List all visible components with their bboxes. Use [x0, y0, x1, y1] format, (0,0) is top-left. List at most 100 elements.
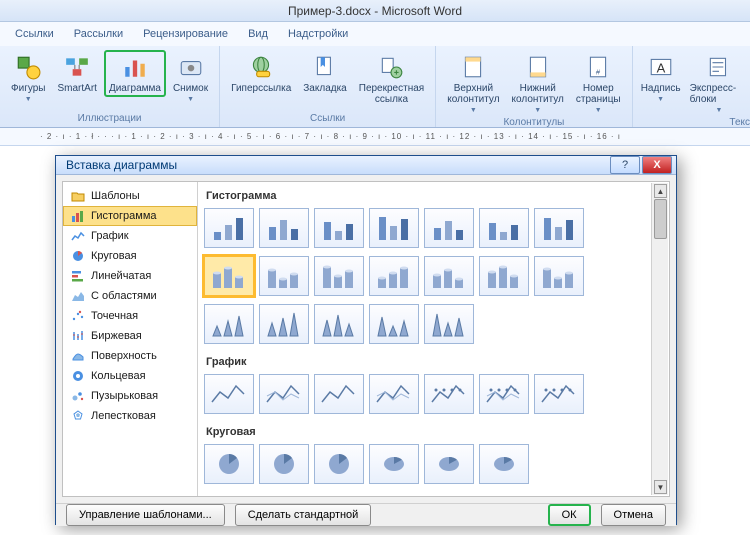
category-line[interactable]: График: [63, 226, 197, 246]
chart-thumb[interactable]: [204, 256, 254, 296]
chart-thumb[interactable]: [424, 304, 474, 344]
chart-thumb[interactable]: [204, 374, 254, 414]
chart-thumb[interactable]: [314, 256, 364, 296]
chart-button[interactable]: Диаграмма: [104, 50, 166, 97]
category-column[interactable]: Гистограмма: [63, 206, 197, 226]
footer-button[interactable]: Нижний колонтитул▼: [507, 50, 569, 117]
area-chart-icon: [71, 289, 85, 303]
ok-button[interactable]: ОК: [548, 504, 591, 526]
hyperlink-button[interactable]: Гиперссылка: [226, 50, 296, 97]
section-pie: Круговая: [204, 422, 663, 444]
chevron-down-icon: ▼: [657, 96, 664, 103]
chart-gallery: Гистограмма График Круговая ▲ ▼: [198, 182, 669, 496]
dialog-title: Вставка диаграммы: [66, 158, 177, 172]
chart-thumb[interactable]: [204, 444, 254, 484]
svg-text:A: A: [656, 60, 665, 75]
page-footer-icon: [524, 53, 552, 81]
chart-thumb[interactable]: [314, 444, 364, 484]
chart-thumb[interactable]: [534, 374, 584, 414]
chart-thumb[interactable]: [259, 256, 309, 296]
chart-thumb[interactable]: [259, 444, 309, 484]
category-bubble[interactable]: Пузырьковая: [63, 386, 197, 406]
category-surface[interactable]: Поверхность: [63, 346, 197, 366]
category-templates[interactable]: Шаблоны: [63, 186, 197, 206]
chevron-down-icon: ▼: [25, 96, 32, 103]
chart-thumb[interactable]: [479, 444, 529, 484]
scroll-down-icon[interactable]: ▼: [654, 480, 667, 494]
tab-review[interactable]: Рецензирование: [134, 25, 237, 43]
group-label: Ссылки: [310, 113, 345, 125]
header-button[interactable]: Верхний колонтитул▼: [442, 50, 504, 117]
smartart-button[interactable]: SmartArt: [52, 50, 101, 97]
chart-thumb[interactable]: [259, 304, 309, 344]
chart-thumb[interactable]: [424, 444, 474, 484]
chart-thumb[interactable]: [314, 304, 364, 344]
close-button[interactable]: X: [642, 156, 672, 174]
chart-icon: [121, 53, 149, 81]
bookmark-button[interactable]: Закладка: [298, 50, 351, 97]
chart-thumb[interactable]: [369, 208, 419, 248]
category-radar[interactable]: Лепестковая: [63, 406, 197, 426]
scroll-thumb[interactable]: [654, 199, 667, 239]
chart-thumb[interactable]: [369, 256, 419, 296]
quickparts-button[interactable]: Экспресс-блоки▼: [685, 50, 750, 117]
tab-mailings[interactable]: Рассылки: [65, 25, 132, 43]
column-chart-icon: [71, 209, 85, 223]
camera-icon: [177, 53, 205, 81]
chart-thumb[interactable]: [534, 208, 584, 248]
line-chart-icon: [71, 229, 85, 243]
category-scatter[interactable]: Точечная: [63, 306, 197, 326]
chart-thumb[interactable]: [369, 374, 419, 414]
chart-thumb[interactable]: [369, 304, 419, 344]
crossref-icon: [377, 53, 405, 81]
section-column: Гистограмма: [204, 186, 663, 208]
pagenum-button[interactable]: # Номер страницы▼: [571, 50, 626, 117]
category-doughnut[interactable]: Кольцевая: [63, 366, 197, 386]
chart-thumb[interactable]: [314, 374, 364, 414]
ribbon-tabs: Ссылки Рассылки Рецензирование Вид Надст…: [0, 22, 750, 46]
radar-chart-icon: [71, 409, 85, 423]
crossref-button[interactable]: Перекрестная ссылка: [354, 50, 429, 108]
group-illustrations: Фигуры▼ SmartArt Диаграмма Снимок▼ Иллюс…: [0, 46, 220, 127]
globe-link-icon: [247, 53, 275, 81]
cancel-button[interactable]: Отмена: [601, 504, 666, 526]
surface-chart-icon: [71, 349, 85, 363]
tab-addins[interactable]: Надстройки: [279, 25, 357, 43]
chart-thumb[interactable]: [424, 256, 474, 296]
set-default-button[interactable]: Сделать стандартной: [235, 504, 372, 526]
category-stock[interactable]: Биржевая: [63, 326, 197, 346]
category-bar[interactable]: Линейчатая: [63, 266, 197, 286]
chart-thumb[interactable]: [204, 208, 254, 248]
chart-thumb[interactable]: [479, 374, 529, 414]
quickparts-icon: [705, 53, 733, 81]
chevron-down-icon: ▼: [595, 107, 602, 114]
chart-thumb[interactable]: [314, 208, 364, 248]
scroll-up-icon[interactable]: ▲: [654, 184, 667, 198]
chart-thumb[interactable]: [424, 208, 474, 248]
chart-thumb[interactable]: [424, 374, 474, 414]
chart-thumb[interactable]: [369, 444, 419, 484]
tab-view[interactable]: Вид: [239, 25, 277, 43]
group-links: Гиперссылка Закладка Перекрестная ссылка…: [220, 46, 436, 127]
snapshot-button[interactable]: Снимок▼: [168, 50, 213, 106]
chart-thumb[interactable]: [204, 304, 254, 344]
category-pie[interactable]: Круговая: [63, 246, 197, 266]
textbox-button[interactable]: A Надпись▼: [639, 50, 683, 106]
tab-references[interactable]: Ссылки: [6, 25, 63, 43]
stock-chart-icon: [71, 329, 85, 343]
manage-templates-button[interactable]: Управление шаблонами...: [66, 504, 225, 526]
chart-thumb[interactable]: [479, 208, 529, 248]
gallery-scrollbar[interactable]: ▲ ▼: [651, 183, 668, 495]
help-button[interactable]: ?: [610, 156, 640, 174]
section-line: График: [204, 352, 663, 374]
folder-icon: [71, 189, 85, 203]
chart-thumb[interactable]: [534, 256, 584, 296]
chart-thumb[interactable]: [259, 374, 309, 414]
group-headers: Верхний колонтитул▼ Нижний колонтитул▼ #…: [436, 46, 632, 127]
chart-thumb[interactable]: [479, 256, 529, 296]
chart-thumb[interactable]: [259, 208, 309, 248]
figures-button[interactable]: Фигуры▼: [6, 50, 50, 106]
ribbon: Фигуры▼ SmartArt Диаграмма Снимок▼ Иллюс…: [0, 46, 750, 128]
category-area[interactable]: С областями: [63, 286, 197, 306]
dialog-titlebar[interactable]: Вставка диаграммы ? X: [56, 156, 676, 175]
